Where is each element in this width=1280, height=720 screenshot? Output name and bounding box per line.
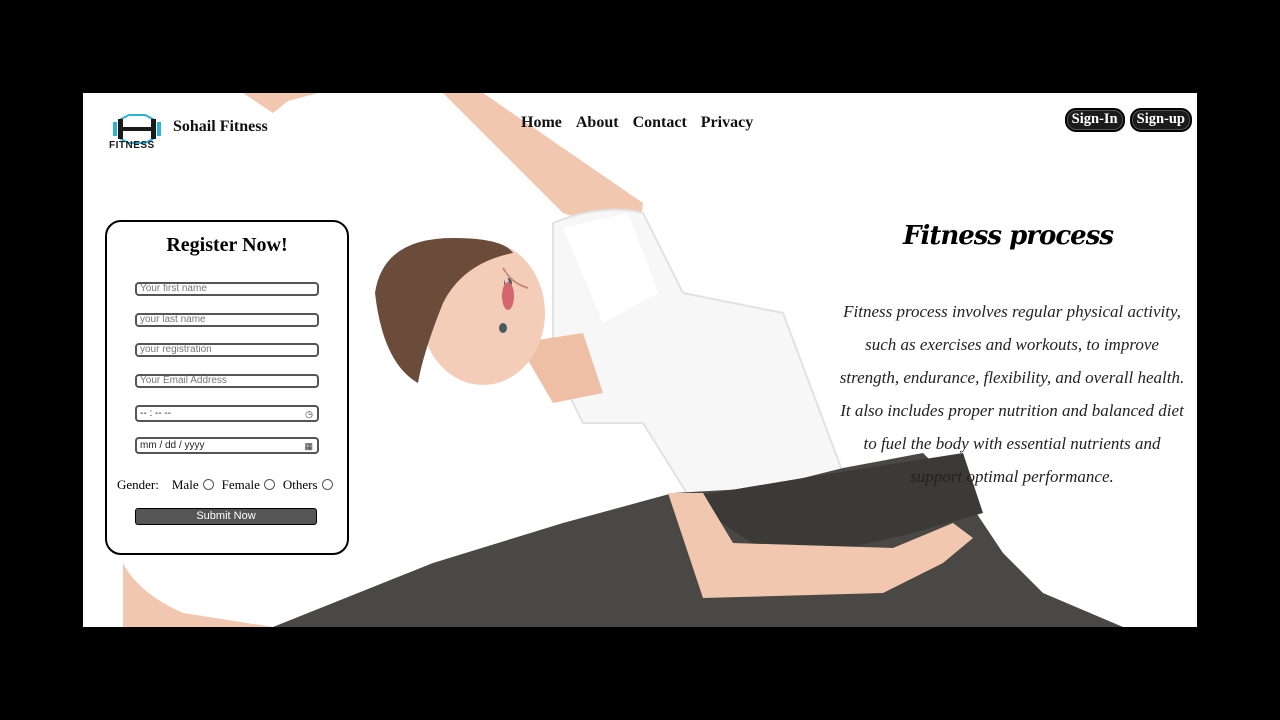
logo-wordmark: FITNESS (109, 140, 155, 151)
calendar-icon[interactable]: ▦ (304, 440, 313, 453)
clock-icon[interactable]: ◷ (305, 408, 313, 421)
nav-privacy-link[interactable]: Privacy (701, 114, 753, 132)
registration-input[interactable]: your registration (135, 343, 319, 357)
time-value: -- : -- -- (140, 408, 172, 419)
nav-home-link[interactable]: Home (521, 114, 562, 132)
gender-option-male: Male (171, 477, 199, 492)
others-radio[interactable] (321, 478, 333, 490)
sign-in-button[interactable]: Sign-In (1064, 108, 1125, 132)
main-nav: Home About Contact Privacy (521, 114, 753, 132)
page: FITNESS Sohail Fitness Home About Contac… (83, 93, 1197, 627)
nav-about-link[interactable]: About (576, 114, 619, 132)
nav-contact-link[interactable]: Contact (633, 114, 687, 132)
female-radio[interactable] (263, 478, 275, 490)
submit-button[interactable]: Submit Now (135, 508, 317, 525)
fitness-title: Fitness process (903, 221, 1114, 251)
register-form: Register Now! Your first name your last … (105, 220, 349, 555)
brand-name: Sohail Fitness (173, 118, 268, 135)
time-input[interactable]: -- : -- -- ◷ (135, 405, 319, 422)
gender-label: Gender: (117, 477, 159, 492)
date-value: mm / dd / yyyy (140, 440, 205, 451)
last-name-input[interactable]: your last name (135, 313, 319, 327)
sign-up-button[interactable]: Sign-up (1129, 108, 1192, 132)
fitness-description: Fitness process involves regular physica… (839, 302, 1185, 486)
gender-option-others: Others (282, 477, 318, 492)
first-name-input[interactable]: Your first name (135, 282, 319, 296)
gender-option-female: Female (221, 477, 260, 492)
register-title: Register Now! (166, 234, 288, 256)
gender-group: Gender: Male Female Others (117, 477, 341, 493)
male-radio[interactable] (202, 478, 214, 490)
email-input[interactable]: Your Email Address (135, 374, 319, 388)
date-input[interactable]: mm / dd / yyyy ▦ (135, 437, 319, 454)
auth-buttons: Sign-In Sign-up (1064, 108, 1192, 132)
